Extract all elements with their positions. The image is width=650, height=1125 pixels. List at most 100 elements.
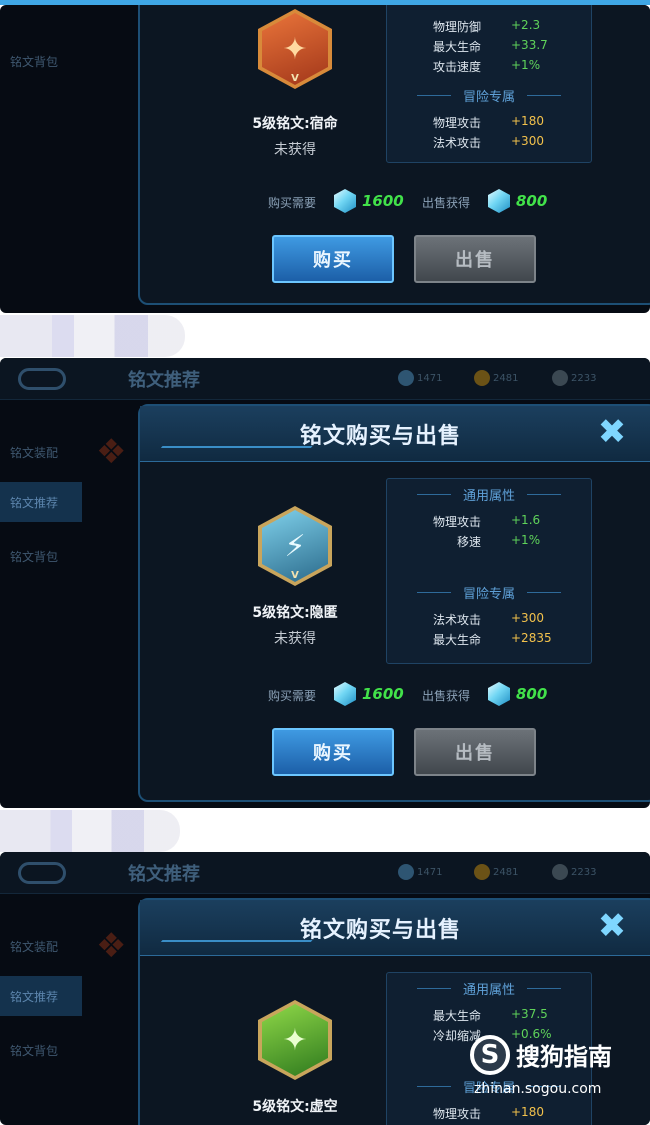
side-item-inscription-setup[interactable]: 铭文装配 <box>0 926 82 966</box>
attr-row: 法术攻击 +300 <box>387 134 591 154</box>
attr-value: +180 <box>511 114 544 128</box>
dialog-title: 铭文购买与出售 <box>300 424 462 449</box>
sogou-watermark: S 搜狗指南 zhinan.sogou.com <box>470 1035 645 1105</box>
attr-name: 攻击速度 <box>432 60 481 74</box>
top-nav: 铭文推荐 1471 2481 2233 <box>0 852 650 894</box>
attr-row: 最大生命 +33.7 <box>387 38 591 58</box>
attr-name: 最大生命 <box>432 633 481 647</box>
diamond-icon <box>398 370 414 386</box>
attr-name: 移速 <box>456 535 481 549</box>
rune-emblem-void: ✦ <box>258 1000 332 1080</box>
attr-name: 物理攻击 <box>432 515 481 529</box>
sell-price: 800 <box>516 685 548 703</box>
screenshot-1: 铭文背包 ✦ V 5级铭文:宿命 未获得 物理防御 +2.3 最大生命 +33.… <box>0 5 650 313</box>
gem-icon <box>552 370 568 386</box>
attr-value: +2.3 <box>511 18 541 32</box>
sell-gain-label: 出售获得 <box>422 196 471 210</box>
attr-row: 攻击速度 +1% <box>387 58 591 78</box>
side-menu: 铭文背包 <box>0 5 85 305</box>
currency-value: 1471 <box>417 867 443 878</box>
top-nav: 铭文推荐 1471 2481 2233 <box>0 358 650 400</box>
watermark-url: zhinan.sogou.com <box>474 1081 602 1097</box>
currency-value: 2233 <box>571 867 597 878</box>
sell-price: 800 <box>516 192 548 210</box>
diamond-icon <box>398 864 414 880</box>
attr-value: +37.5 <box>511 1007 548 1021</box>
side-item-inscription-setup[interactable]: 铭文装配 <box>0 432 82 472</box>
attr-name: 物理防御 <box>432 20 481 34</box>
blurred-region <box>0 810 180 852</box>
side-item-inscription-bag[interactable]: 铭文背包 <box>0 536 82 576</box>
rune-level-mark: V <box>291 570 299 581</box>
rune-dialog: 铭文购买与出售 ✖ ⚡ V 5级铭文:隐匿 未获得 通用属性 物理攻击 +1.6… <box>138 404 650 802</box>
general-section-title: 通用属性 <box>387 979 591 998</box>
attr-value: +1% <box>511 533 541 547</box>
price-bar: 购买需要 1600 出售获得 800 <box>140 187 650 217</box>
currency-value: 1471 <box>417 373 443 384</box>
sogou-logo-icon: S <box>470 1035 510 1075</box>
attr-value: +300 <box>511 134 544 148</box>
rune-name: 5级铭文:虚空 <box>252 1099 338 1115</box>
side-menu: 铭文装配 铭文推荐 铭文背包 <box>0 400 85 800</box>
back-arrow-icon[interactable] <box>18 862 66 884</box>
attr-row: 最大生命 +37.5 <box>387 1007 591 1027</box>
close-icon[interactable]: ✖ <box>594 908 630 944</box>
attribute-panel: 物理防御 +2.3 最大生命 +33.7 攻击速度 +1% 冒险专属 物理攻击 … <box>386 5 592 163</box>
rune-level-mark: V <box>291 73 299 84</box>
watermark-name: 搜狗指南 <box>516 1043 612 1071</box>
currency-3: 2233 <box>552 370 596 388</box>
header-decoration <box>157 446 313 452</box>
buy-cost-label: 购买需要 <box>268 196 317 210</box>
header-decoration <box>157 940 313 946</box>
attr-name: 法术攻击 <box>432 136 481 150</box>
side-item-inscription-recommend[interactable]: 铭文推荐 <box>0 976 82 1016</box>
attr-row: 法术攻击 +300 <box>387 611 591 631</box>
nav-title: 铭文推荐 <box>128 864 200 885</box>
side-item-inscription-bag[interactable]: 铭文背包 <box>0 1030 82 1070</box>
attr-value: +2835 <box>511 631 552 645</box>
background-hero-art: ❖ <box>96 926 127 966</box>
general-section-title: 通用属性 <box>387 485 591 504</box>
back-arrow-icon[interactable] <box>18 368 66 390</box>
buy-price: 1600 <box>362 685 404 703</box>
rune-name: 5级铭文:宿命 <box>252 116 338 132</box>
close-icon[interactable]: ✖ <box>594 414 630 450</box>
attr-name: 法术攻击 <box>432 613 481 627</box>
sell-gain-label: 出售获得 <box>422 689 471 703</box>
sell-button[interactable]: 出售 <box>414 728 536 776</box>
attr-name: 最大生命 <box>432 40 481 54</box>
attr-row: 移速 +1% <box>387 533 591 553</box>
attr-value: +33.7 <box>511 38 548 52</box>
screenshot-2: 铭文推荐 1471 2481 2233 铭文装配 铭文推荐 铭文背包 ❖ 铭文购… <box>0 358 650 808</box>
attr-row: 最大生命 +2835 <box>387 631 591 651</box>
sell-button[interactable]: 出售 <box>414 235 536 283</box>
buy-cost-label: 购买需要 <box>268 689 317 703</box>
side-item-inscription-bag[interactable]: 铭文背包 <box>0 41 82 81</box>
buy-price: 1600 <box>362 192 404 210</box>
attr-name: 物理攻击 <box>432 1107 481 1121</box>
attribute-panel: 通用属性 物理攻击 +1.6 移速 +1% 冒险专属 法术攻击 +300 最大生… <box>386 478 592 664</box>
currency-1: 1471 <box>398 370 442 388</box>
side-item-inscription-recommend[interactable]: 铭文推荐 <box>0 482 82 522</box>
attr-row: 物理攻击 +1.6 <box>387 513 591 533</box>
gem-icon <box>334 189 356 213</box>
blurred-region <box>0 315 185 357</box>
buy-button[interactable]: 购买 <box>272 728 394 776</box>
dialog-header: 铭文购买与出售 ✖ <box>140 900 650 956</box>
currency-2: 2481 <box>474 864 518 882</box>
attr-row: 物理攻击 +180 <box>387 114 591 134</box>
currency-value: 2481 <box>493 867 519 878</box>
adventure-section-title: 冒险专属 <box>387 86 591 105</box>
currency-value: 2481 <box>493 373 519 384</box>
gem-icon <box>488 682 510 706</box>
attr-value: +180 <box>511 1105 544 1119</box>
adventure-section-title: 冒险专属 <box>387 583 591 602</box>
price-bar: 购买需要 1600 出售获得 800 <box>140 680 650 710</box>
buy-button[interactable]: 购买 <box>272 235 394 283</box>
attr-name: 最大生命 <box>432 1009 481 1023</box>
background-hero-art: ❖ <box>96 432 127 472</box>
coin-icon <box>474 370 490 386</box>
attr-value: +1.6 <box>511 513 541 527</box>
nav-title: 铭文推荐 <box>128 370 200 391</box>
attr-name: 物理攻击 <box>432 116 481 130</box>
